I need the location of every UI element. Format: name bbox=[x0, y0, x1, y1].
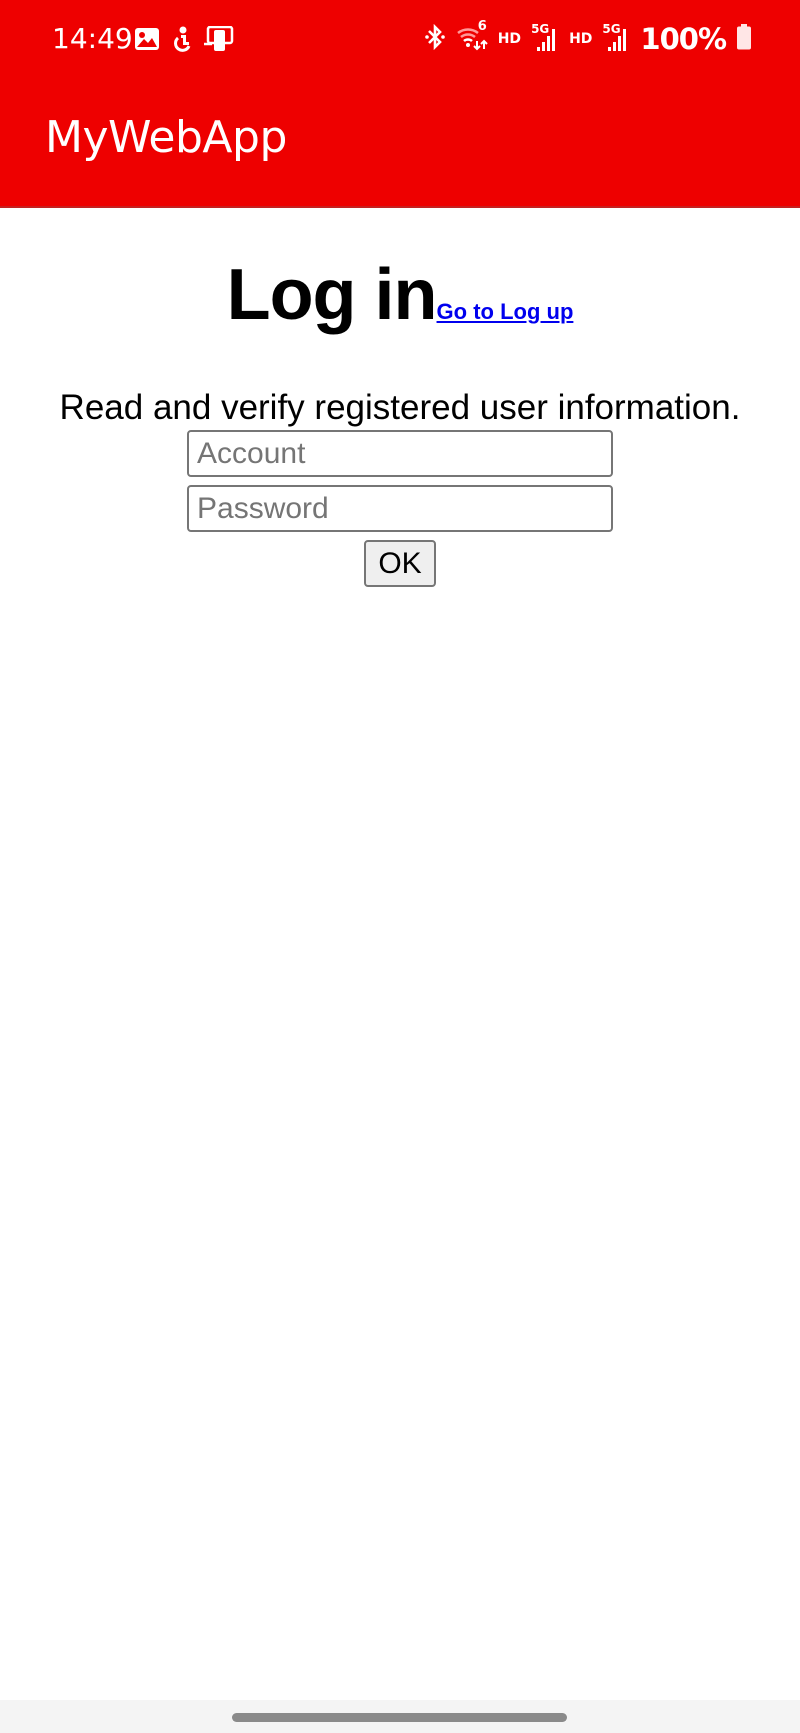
password-input[interactable] bbox=[187, 485, 613, 532]
5g-signal-icon-2: 5G bbox=[602, 22, 630, 52]
battery-percent: 100% bbox=[640, 22, 727, 56]
status-time: 14:49 bbox=[52, 22, 133, 55]
home-gesture-handle[interactable] bbox=[232, 1713, 567, 1722]
gallery-icon bbox=[134, 27, 160, 56]
account-input[interactable] bbox=[187, 430, 613, 477]
system-icons: 6 HD 5G HD 5G 100% bbox=[424, 19, 752, 56]
status-bar: 14:49 6 HD 5G HD 5G 100% bbox=[0, 0, 800, 80]
navigation-bar bbox=[0, 1700, 800, 1733]
accessibility-icon bbox=[170, 26, 194, 57]
hd-voice-icon-2: HD bbox=[569, 31, 593, 47]
5g-signal-icon: 5G bbox=[531, 22, 559, 52]
page-description: Read and verify registered user informat… bbox=[59, 388, 741, 427]
bluetooth-icon bbox=[424, 23, 446, 55]
app-title: MyWebApp bbox=[45, 112, 287, 163]
go-to-signup-link[interactable]: Go to Log up bbox=[437, 299, 574, 324]
app-bar: MyWebApp bbox=[0, 80, 800, 208]
wifi-standard-label: 6 bbox=[477, 18, 487, 34]
ok-button[interactable]: OK bbox=[364, 540, 436, 587]
notification-icons bbox=[134, 25, 234, 57]
wifi-6-icon: 6 bbox=[456, 19, 488, 56]
battery-icon bbox=[736, 23, 752, 55]
screen-mirror-icon bbox=[204, 25, 234, 57]
heading-row: Log inGo to Log up bbox=[0, 254, 800, 336]
page-title: Log in bbox=[226, 255, 438, 335]
hd-voice-icon: HD bbox=[497, 31, 522, 47]
